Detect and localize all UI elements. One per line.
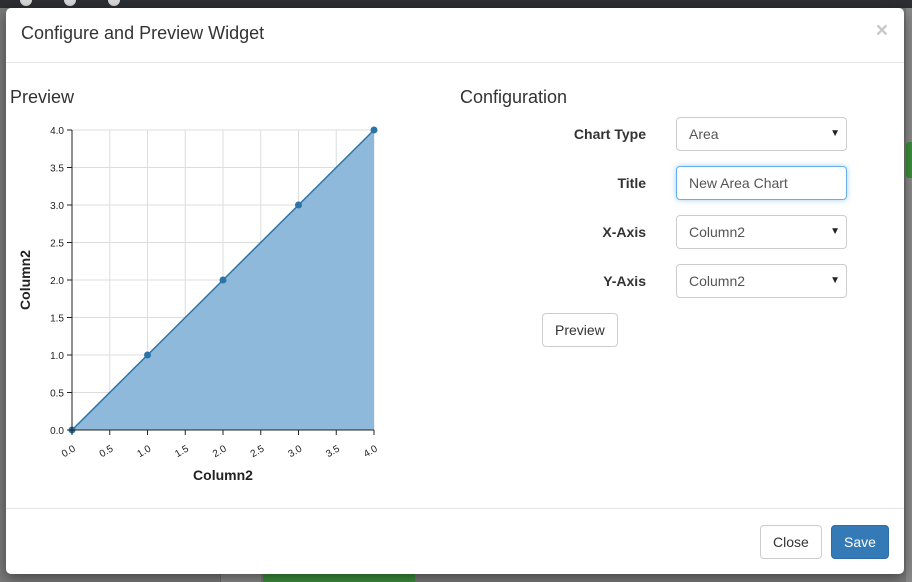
modal-header: Configure and Preview Widget ×: [6, 8, 904, 63]
x-axis-select[interactable]: Column2 ▼: [676, 215, 847, 249]
chart-type-select[interactable]: Area ▼: [676, 117, 847, 151]
x-tick-label: 0.0: [60, 443, 78, 460]
preview-button[interactable]: Preview: [542, 313, 618, 347]
title-input[interactable]: [676, 166, 847, 200]
chart-type-label: Chart Type: [573, 126, 646, 142]
y-tick-label: 3.5: [50, 164, 64, 175]
y-tick-label: 0.0: [50, 426, 64, 437]
x-tick-label: 2.5: [249, 443, 267, 460]
y-tick-label: 0.5: [50, 389, 64, 400]
configuration-heading: Configuration: [460, 87, 568, 107]
caret-down-icon: ▼: [830, 128, 840, 139]
y-tick-label: 2.0: [50, 276, 64, 287]
data-point: [219, 276, 227, 284]
x-tick-label: 0.5: [98, 443, 116, 460]
x-axis-field-label: X-Axis: [602, 224, 646, 240]
y-axis-select[interactable]: Column2 ▼: [676, 264, 847, 298]
caret-down-icon: ▼: [830, 275, 840, 286]
x-axis-label: Column2: [193, 467, 253, 483]
x-tick-label: 1.5: [173, 443, 191, 460]
modal-footer: Close Save: [6, 508, 904, 574]
modal-title: Configure and Preview Widget: [21, 23, 265, 43]
configure-widget-modal: Configure and Preview Widget × Preview 0…: [6, 8, 904, 574]
background-button: [906, 142, 912, 178]
x-axis-value: Column2: [689, 224, 746, 240]
x-tick-label: 4.0: [362, 443, 380, 460]
caret-down-icon: ▼: [830, 226, 840, 237]
y-tick-label: 4.0: [50, 126, 64, 137]
background-top-bar: [0, 0, 912, 8]
title-label: Title: [617, 175, 646, 191]
y-tick-label: 1.5: [50, 314, 64, 325]
save-button[interactable]: Save: [831, 525, 889, 559]
close-icon[interactable]: ×: [876, 20, 888, 41]
data-point: [144, 351, 151, 359]
y-axis-field-label: Y-Axis: [603, 273, 646, 289]
preview-heading: Preview: [10, 87, 75, 107]
data-point: [370, 126, 378, 134]
x-tick-label: 3.0: [286, 443, 304, 460]
y-axis-label: Column2: [17, 250, 33, 310]
x-tick-label: 2.0: [211, 443, 229, 460]
area-chart: 0.0 0.5 1.0 1.5 2.0 2.5 3.0 3.5 4.0 0.0 0.5 1.0 1.5 2…: [17, 126, 380, 483]
data-point: [295, 201, 302, 209]
close-button[interactable]: Close: [760, 525, 822, 559]
y-tick-label: 2.5: [50, 239, 64, 250]
x-tick-label: 1.0: [135, 443, 153, 460]
background-panel: [906, 8, 912, 582]
y-tick-label: 1.0: [50, 351, 64, 362]
chart-type-value: Area: [689, 126, 719, 142]
x-tick-label: 3.5: [324, 443, 342, 460]
y-tick-label: 3.0: [50, 201, 64, 212]
y-axis-value: Column2: [689, 273, 746, 289]
